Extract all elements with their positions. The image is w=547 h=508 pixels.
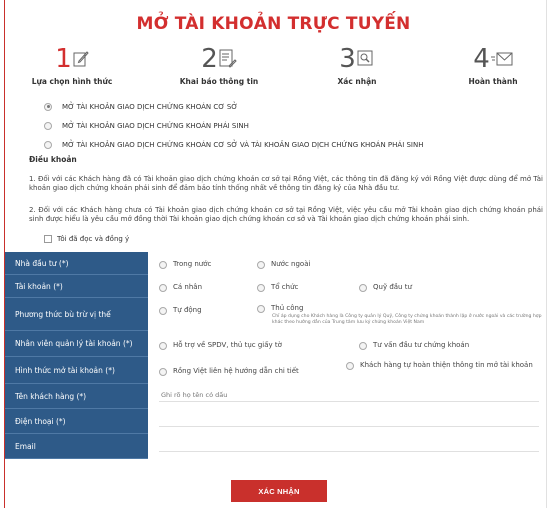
option-label: Hỗ trợ về SPDV, thủ tục giấy tờ	[173, 341, 282, 349]
form-row-email: Email	[5, 434, 547, 459]
option-label: Cá nhân	[173, 283, 203, 291]
radio[interactable]	[159, 261, 167, 269]
step-3-label: Xác nhận	[337, 77, 377, 86]
method-label: Hình thức mở tài khoản (*)	[5, 357, 148, 384]
method-self-option[interactable]: Khách hàng tự hoàn thiện thông tin mở tà…	[346, 361, 536, 370]
checkbox[interactable]	[44, 235, 52, 243]
account-type-option[interactable]: MỞ TÀI KHOẢN GIAO DỊCH CHỨNG KHOÁN CƠ SỞ	[44, 97, 424, 116]
option-label: Trong nước	[173, 260, 212, 268]
method-contact-option[interactable]: Rồng Việt liên hệ hướng dẫn chi tiết	[159, 367, 299, 376]
terms-heading: Điều khoản	[29, 155, 77, 164]
edit-icon	[73, 51, 89, 67]
step-3: 3 Xác nhận	[307, 46, 407, 86]
staff-advisory-option[interactable]: Tư vấn đầu tư chứng khoán	[359, 341, 469, 350]
account-type-label: MỞ TÀI KHOẢN GIAO DỊCH CHỨNG KHOÁN CƠ SỞ	[62, 102, 238, 111]
form-row-phone: Điện thoại (*)	[5, 409, 547, 434]
radio[interactable]	[359, 342, 367, 350]
option-label: Nước ngoài	[271, 260, 311, 268]
step-3-number: 3	[339, 44, 356, 74]
option-label: Khách hàng tự hoàn thiện thông tin mở tà…	[360, 361, 533, 369]
radio[interactable]	[44, 140, 52, 149]
step-4-number: 4	[473, 44, 490, 74]
form-icon	[219, 49, 237, 68]
radio[interactable]	[159, 307, 167, 315]
option-label: Tự động	[173, 306, 202, 314]
step-2-number: 2	[201, 44, 218, 74]
option-label: Tổ chức	[271, 283, 299, 291]
radio[interactable]	[257, 284, 265, 292]
phone-input[interactable]	[159, 413, 539, 427]
page-title: MỞ TÀI KHOẢN TRỰC TUYẾN	[136, 14, 411, 34]
account-type-option[interactable]: MỞ TÀI KHOẢN GIAO DỊCH CHỨNG KHOÁN PHÁI …	[44, 116, 424, 135]
radio[interactable]	[159, 342, 167, 350]
account-type-label: MỞ TÀI KHOẢN GIAO DỊCH CHỨNG KHOÁN PHÁI …	[62, 121, 249, 130]
option-label: Rồng Việt liên hệ hướng dẫn chi tiết	[173, 367, 299, 375]
form-row-investor: Nhà đầu tư (*) Trong nước Nước ngoài	[5, 252, 547, 275]
submit-button[interactable]: XÁC NHẬN	[231, 480, 327, 502]
email-label: Email	[5, 434, 148, 459]
option-label: Thủ công	[271, 304, 304, 312]
step-1-label: Lựa chọn hình thức	[31, 77, 113, 86]
account-organization-option[interactable]: Tổ chức	[257, 283, 298, 292]
radio[interactable]	[159, 368, 167, 376]
step-2: 2 Khai báo thông tin	[169, 46, 269, 86]
account-form: Nhà đầu tư (*) Trong nước Nước ngoài Tài…	[5, 252, 547, 459]
investor-foreign-option[interactable]: Nước ngoài	[257, 260, 310, 269]
position-label: Phương thức bù trừ vị thế	[5, 298, 148, 331]
step-1: 1 Lựa chọn hình thức	[22, 46, 122, 86]
name-label: Tên khách hàng (*)	[5, 384, 148, 409]
radio[interactable]	[159, 284, 167, 292]
investor-domestic-option[interactable]: Trong nước	[159, 260, 211, 269]
form-row-name: Tên khách hàng (*)	[5, 384, 547, 409]
radio-selected[interactable]	[44, 102, 52, 111]
option-label: Quỹ đầu tư	[373, 283, 412, 291]
step-4: 4 Hoàn thành	[443, 46, 543, 86]
step-2-label: Khai báo thông tin	[179, 77, 259, 86]
terms-paragraph-2: 2. Đối với các Khách hàng chưa có Tài kh…	[29, 206, 543, 223]
form-row-account: Tài khoản (*) Cá nhân Tổ chức Quỹ đầu tư	[5, 275, 547, 298]
account-type-option[interactable]: MỞ TÀI KHOẢN GIAO DỊCH CHỨNG KHOÁN CƠ SỞ…	[44, 135, 424, 154]
phone-label: Điện thoại (*)	[5, 409, 148, 434]
form-row-position: Phương thức bù trừ vị thế Tự động Thủ cô…	[5, 298, 547, 331]
search-document-icon	[357, 50, 373, 66]
account-type-label: MỞ TÀI KHOẢN GIAO DỊCH CHỨNG KHOÁN CƠ SỞ…	[62, 140, 424, 149]
account-type-group: MỞ TÀI KHOẢN GIAO DỊCH CHỨNG KHOÁN CƠ SỞ…	[44, 97, 424, 154]
radio[interactable]	[346, 362, 354, 370]
option-label: Tư vấn đầu tư chứng khoán	[373, 341, 470, 349]
investor-label: Nhà đầu tư (*)	[5, 252, 148, 275]
account-fund-option[interactable]: Quỹ đầu tư	[359, 283, 412, 292]
form-row-method: Hình thức mở tài khoản (*) Rồng Việt liê…	[5, 357, 547, 384]
form-row-staff: Nhân viên quản lý tài khoản (*) Hỗ trợ v…	[5, 331, 547, 357]
terms-paragraph-1: 1. Đối với các Khách hàng đã có Tài khoả…	[29, 175, 543, 192]
staff-label: Nhân viên quản lý tài khoản (*)	[5, 331, 148, 357]
account-individual-option[interactable]: Cá nhân	[159, 283, 202, 292]
envelope-icon	[490, 52, 513, 66]
step-1-number: 1	[55, 44, 72, 74]
position-manual-option[interactable]: Thủ công	[257, 304, 303, 313]
account-label: Tài khoản (*)	[5, 275, 148, 298]
radio[interactable]	[44, 121, 52, 130]
manual-note: Chỉ áp dụng cho Khách hàng là Công ty qu…	[272, 314, 542, 325]
agree-label: Tôi đã đọc và đồng ý	[57, 235, 130, 243]
email-input[interactable]	[159, 438, 539, 452]
radio[interactable]	[257, 261, 265, 269]
radio[interactable]	[359, 284, 367, 292]
agree-checkbox[interactable]: Tôi đã đọc và đồng ý	[44, 235, 129, 243]
staff-support-option[interactable]: Hỗ trợ về SPDV, thủ tục giấy tờ	[159, 341, 282, 350]
step-4-label: Hoàn thành	[468, 77, 518, 86]
name-input[interactable]	[159, 388, 539, 402]
radio[interactable]	[257, 305, 265, 313]
position-auto-option[interactable]: Tự động	[159, 306, 202, 315]
